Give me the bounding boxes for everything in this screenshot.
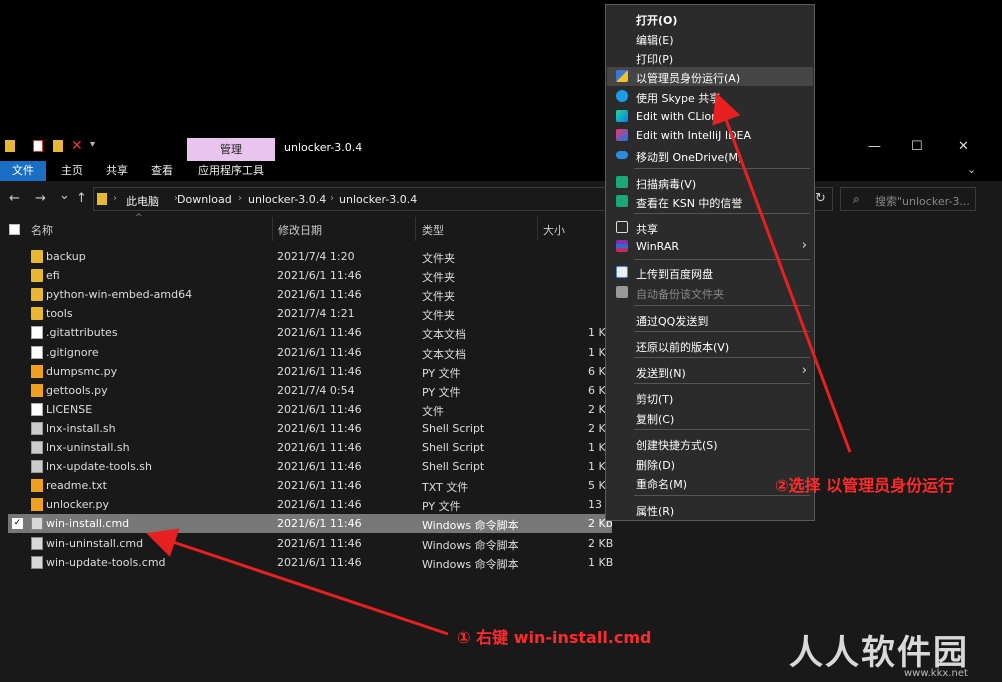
annotation-arrows — [146, 92, 852, 636]
annotation-step2: ②选择 以管理员身份运行 — [775, 476, 955, 495]
annotation-step1: ① 右键 win-install.cmd — [457, 628, 652, 647]
arrow-to-win-install — [146, 528, 449, 636]
arrow-to-run-as-admin — [712, 92, 852, 453]
watermark-logo: 人人软件园 — [789, 633, 969, 673]
watermark-url: www.kkx.net — [904, 668, 968, 679]
